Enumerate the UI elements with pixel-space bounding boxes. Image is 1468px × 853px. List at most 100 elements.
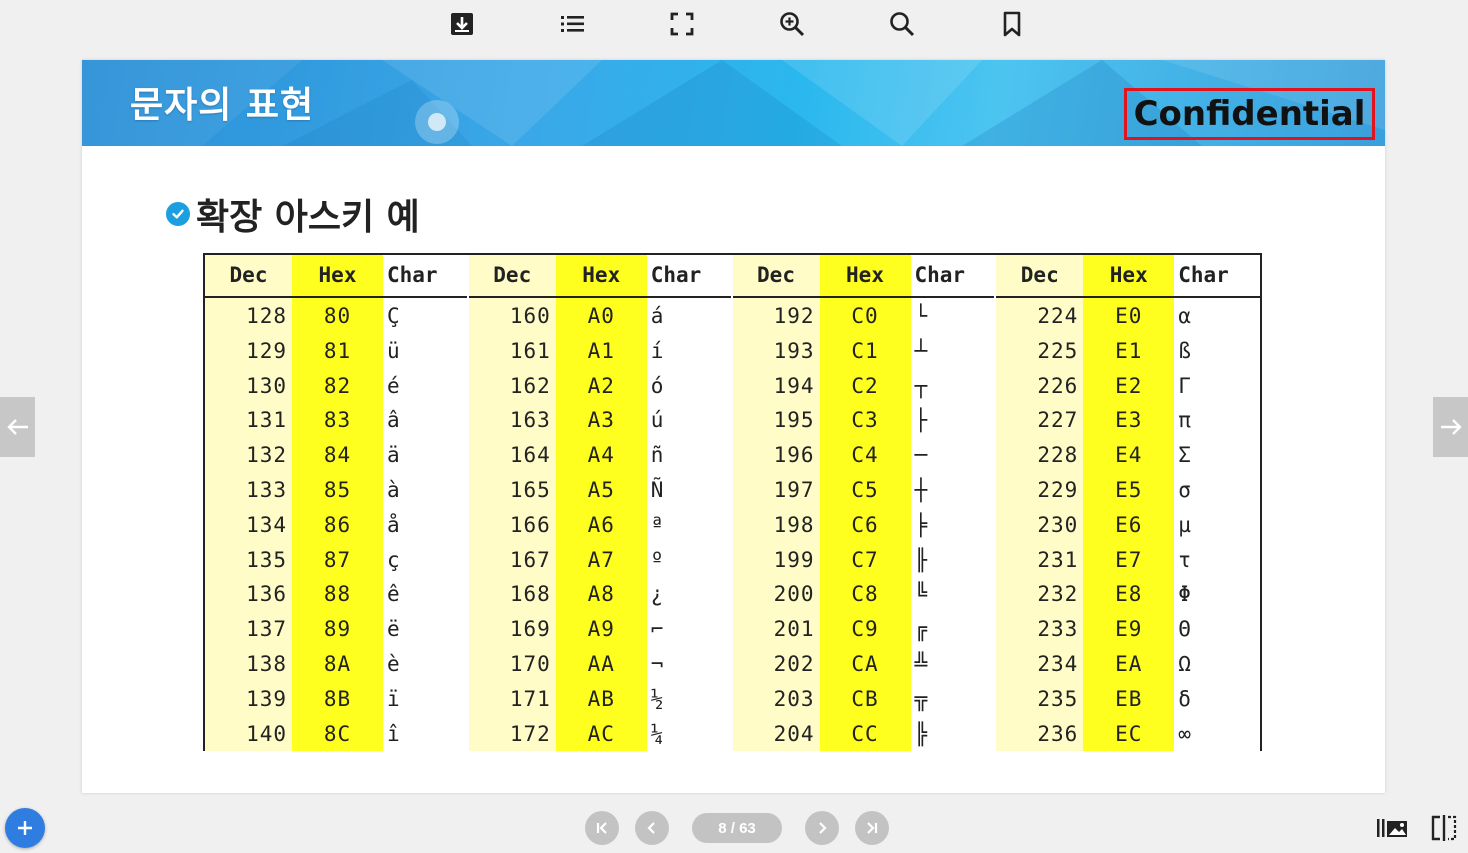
table-cell-hex: C5 (851, 478, 879, 502)
table-cell-dec: 134 (246, 512, 287, 537)
table-cell-hex: 83 (323, 408, 352, 433)
table-cell-char: ┬ (914, 373, 928, 398)
table-cell-dec: 233 (1037, 617, 1079, 642)
table-cell-dec: 129 (246, 338, 287, 363)
bookmark-icon[interactable] (996, 8, 1028, 40)
table-cell-char: ¬ (650, 652, 664, 676)
table-cell-hex: C3 (851, 408, 879, 433)
table-cell-dec: 138 (246, 652, 287, 676)
table-cell-dec: 169 (509, 617, 551, 642)
table-cell-hex: C4 (851, 443, 879, 468)
header-divider (996, 296, 1260, 298)
prev-slide-button[interactable] (0, 397, 35, 457)
header-divider (468, 296, 731, 298)
table-cell-dec: 172 (509, 721, 551, 746)
table-cell-dec: 225 (1037, 338, 1079, 363)
table-cell-dec: 196 (773, 443, 815, 468)
download-icon[interactable] (446, 8, 478, 40)
thumbnails-button[interactable] (1374, 812, 1410, 844)
table-cell-char: ╔ (914, 617, 928, 642)
table-cell-char: ─ (914, 443, 928, 468)
check-circle-icon (166, 202, 190, 226)
table-cell-dec: 236 (1037, 721, 1079, 746)
table-cell-hex: 8B (323, 686, 352, 711)
table-cell-char: ë (387, 617, 400, 642)
table-cell-hex: C2 (851, 373, 879, 398)
table-cell-hex: E0 (1115, 304, 1143, 328)
fullscreen-icon[interactable] (666, 8, 698, 40)
search-icon[interactable] (886, 8, 918, 40)
table-cell-char: î (387, 721, 400, 746)
table-cell-dec: 135 (246, 547, 287, 572)
column-header-char: Char (387, 263, 438, 287)
table-cell-char: α (1178, 304, 1191, 328)
table-cell-hex: 84 (323, 443, 352, 468)
split-view-button[interactable] (1426, 812, 1462, 844)
table-cell-dec: 227 (1037, 408, 1079, 433)
prev-page-icon (647, 822, 655, 834)
table-cell-hex: E7 (1115, 547, 1143, 572)
table-cell-hex: 87 (323, 547, 352, 572)
table-cell-dec: 131 (246, 408, 287, 433)
next-page-icon (819, 822, 827, 834)
table-cell-dec: 201 (773, 617, 815, 642)
list-icon[interactable] (556, 8, 588, 40)
zoom-in-icon[interactable] (776, 8, 808, 40)
table-cell-char: í (650, 338, 664, 363)
table-group: Dec Hex Char 160 A0 á 161 A1 í 162 A2 ó 163 A3 ú 164 A4 ñ… (468, 255, 733, 751)
table-cell-hex: A1 (587, 338, 615, 363)
table-cell-char: Γ (1178, 373, 1191, 398)
table-cell-hex: A3 (587, 408, 615, 433)
table-cell-dec: 232 (1037, 582, 1079, 607)
table-cell-dec: 199 (773, 547, 815, 572)
table-cell-dec: 226 (1037, 373, 1079, 398)
header-divider (205, 296, 467, 298)
table-cell-dec: 194 (773, 373, 815, 398)
table-cell-hex: A4 (587, 443, 615, 468)
next-slide-button[interactable] (1433, 397, 1468, 457)
table-cell-char: ∞ (1178, 721, 1191, 746)
add-button[interactable] (5, 808, 45, 848)
table-cell-dec: 164 (509, 443, 551, 468)
page-indicator[interactable]: 8 / 63 (692, 813, 782, 843)
table-cell-hex: A7 (587, 547, 615, 572)
table-cell-char: ╦ (914, 686, 928, 711)
first-page-button[interactable] (585, 811, 619, 845)
table-cell-char: ┴ (914, 338, 928, 363)
table-cell-char: Φ (1178, 582, 1191, 607)
arrow-left-icon (6, 419, 28, 435)
split-view-icon (1431, 815, 1457, 841)
slide-banner: 문자의 표현 Confidential (82, 60, 1385, 146)
table-cell-char: ¿ (650, 582, 664, 607)
table-cell-dec: 137 (246, 617, 287, 642)
table-cell-dec: 132 (246, 443, 287, 468)
table-cell-hex: A8 (587, 582, 615, 607)
table-cell-char: π (1178, 408, 1191, 433)
table-cell-char: º (650, 547, 664, 572)
banner-title: 문자의 표현 (130, 85, 315, 126)
prev-page-button[interactable] (635, 811, 669, 845)
table-cell-dec: 224 (1037, 304, 1079, 328)
last-page-button[interactable] (855, 811, 889, 845)
table-cell-char: é (387, 373, 400, 398)
table-cell-dec: 234 (1037, 652, 1079, 676)
table-cell-hex: 85 (323, 478, 352, 502)
table-cell-hex: E5 (1115, 478, 1143, 502)
table-cell-char: à (387, 478, 400, 502)
table-cell-hex: CB (851, 686, 879, 711)
table-cell-char: ╠ (914, 721, 928, 746)
table-cell-hex: E6 (1115, 512, 1143, 537)
table-cell-char: ï (387, 686, 400, 711)
table-cell-hex: CA (851, 652, 879, 676)
table-cell-hex: 81 (323, 338, 352, 363)
table-cell-char: Σ (1178, 443, 1191, 468)
column-header-char: Char (650, 263, 702, 287)
next-page-button[interactable] (805, 811, 839, 845)
table-cell-char: Θ (1178, 617, 1191, 642)
table-cell-hex: 89 (323, 617, 352, 642)
table-cell-char: ä (387, 443, 400, 468)
table-cell-dec: 136 (246, 582, 287, 607)
table-cell-hex: A6 (587, 512, 615, 537)
table-cell-dec: 192 (773, 304, 815, 328)
table-cell-char: ┼ (914, 478, 928, 502)
